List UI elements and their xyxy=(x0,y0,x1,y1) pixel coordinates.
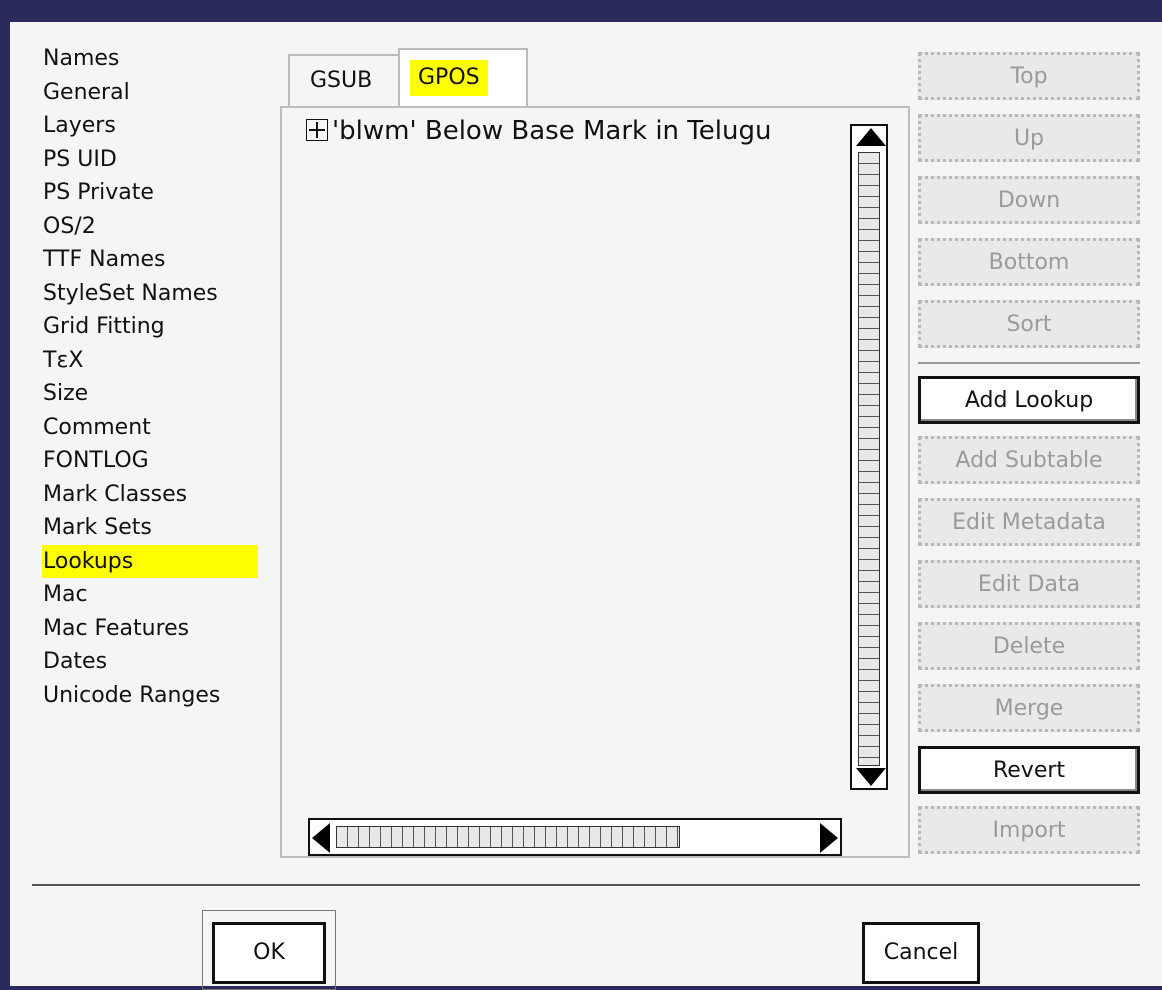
delete-button[interactable]: Delete xyxy=(918,622,1140,670)
category-fontlog[interactable]: FONTLOG xyxy=(42,444,258,478)
category-styleset-names[interactable]: StyleSet Names xyxy=(42,277,258,311)
category-unicode-ranges[interactable]: Unicode Ranges xyxy=(42,679,258,713)
scroll-up-arrow-icon[interactable] xyxy=(856,128,886,146)
category-ttf-names[interactable]: TTF Names xyxy=(42,243,258,277)
add-subtable-button[interactable]: Add Subtable xyxy=(918,436,1140,484)
up-button[interactable]: Up xyxy=(918,114,1140,162)
tab-gpos[interactable]: GPOS xyxy=(398,48,528,108)
tab-gsub[interactable]: GSUB xyxy=(288,54,400,108)
tab-gsub-label: GSUB xyxy=(310,68,373,93)
bottom-separator xyxy=(32,884,1140,886)
scroll-left-arrow-icon[interactable] xyxy=(312,823,330,853)
category-dates[interactable]: Dates xyxy=(42,645,258,679)
category-ps-private[interactable]: PS Private xyxy=(42,176,258,210)
edit-data-button[interactable]: Edit Data xyxy=(918,560,1140,608)
category-mac-features[interactable]: Mac Features xyxy=(42,612,258,646)
category-ps-uid[interactable]: PS UID xyxy=(42,143,258,177)
lookup-item[interactable]: 'blwm' Below Base Mark in Telugu xyxy=(306,116,854,146)
ok-button[interactable]: OK xyxy=(212,922,326,984)
cancel-button[interactable]: Cancel xyxy=(862,922,980,984)
font-info-dialog: Names General Layers PS UID PS Private O… xyxy=(10,22,1162,990)
revert-button[interactable]: Revert xyxy=(918,746,1140,794)
bottom-button[interactable]: Bottom xyxy=(918,238,1140,286)
lookup-item-label: 'blwm' Below Base Mark in Telugu xyxy=(332,116,772,146)
category-mark-sets[interactable]: Mark Sets xyxy=(42,511,258,545)
category-size[interactable]: Size xyxy=(42,377,258,411)
expand-icon[interactable] xyxy=(306,119,328,141)
button-divider xyxy=(918,362,1140,364)
merge-button[interactable]: Merge xyxy=(918,684,1140,732)
tab-gpos-label: GPOS xyxy=(410,60,488,96)
category-comment[interactable]: Comment xyxy=(42,411,258,445)
import-button[interactable]: Import xyxy=(918,806,1140,854)
category-names[interactable]: Names xyxy=(42,42,258,76)
category-general[interactable]: General xyxy=(42,76,258,110)
vertical-scrollbar[interactable] xyxy=(850,124,888,790)
sort-button[interactable]: Sort xyxy=(918,300,1140,348)
horizontal-scrollbar[interactable] xyxy=(308,818,842,856)
category-layers[interactable]: Layers xyxy=(42,109,258,143)
category-grid-fitting[interactable]: Grid Fitting xyxy=(42,310,258,344)
category-list: Names General Layers PS UID PS Private O… xyxy=(42,42,258,712)
scroll-down-arrow-icon[interactable] xyxy=(856,768,886,786)
category-os2[interactable]: OS/2 xyxy=(42,210,258,244)
top-button[interactable]: Top xyxy=(918,52,1140,100)
down-button[interactable]: Down xyxy=(918,176,1140,224)
add-lookup-button[interactable]: Add Lookup xyxy=(918,376,1140,424)
category-tex[interactable]: TεX xyxy=(42,344,258,378)
scroll-right-arrow-icon[interactable] xyxy=(820,823,838,853)
vertical-scroll-thumb[interactable] xyxy=(858,152,880,766)
category-mac[interactable]: Mac xyxy=(42,578,258,612)
category-mark-classes[interactable]: Mark Classes xyxy=(42,478,258,512)
category-lookups[interactable]: Lookups xyxy=(42,544,258,578)
lookup-list-pane: 'blwm' Below Base Mark in Telugu xyxy=(280,106,910,858)
horizontal-scroll-thumb[interactable] xyxy=(336,826,680,848)
edit-metadata-button[interactable]: Edit Metadata xyxy=(918,498,1140,546)
